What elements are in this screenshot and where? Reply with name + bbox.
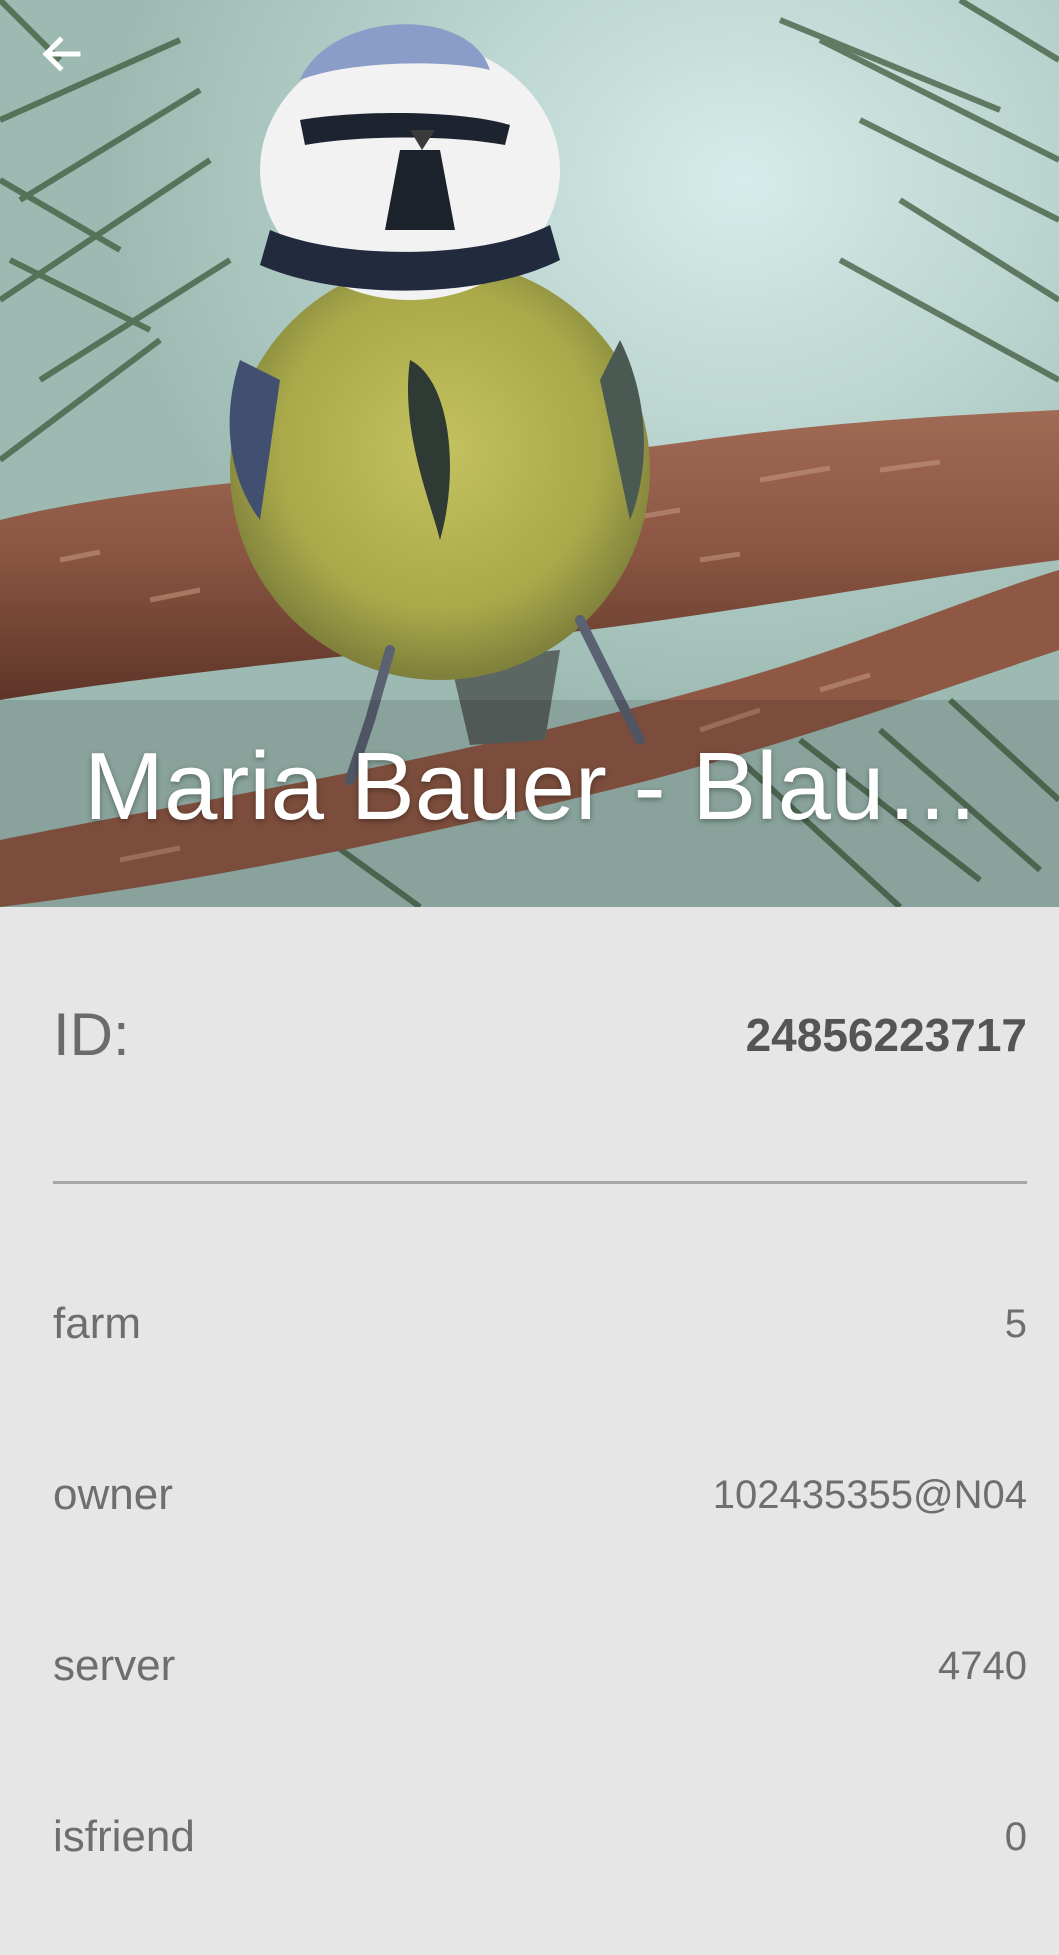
property-value: 0 xyxy=(1004,1815,1027,1859)
id-value: 24856223717 xyxy=(745,1009,1027,1061)
id-label: ID: xyxy=(53,1001,130,1068)
property-row-server: server 4740 xyxy=(53,1636,1027,1696)
id-row: ID: 24856223717 xyxy=(53,995,1027,1075)
property-row-owner: owner 102435355@N04 xyxy=(53,1465,1027,1525)
property-value: 5 xyxy=(1004,1302,1027,1346)
property-label: isfriend xyxy=(53,1812,195,1861)
arrow-left-icon xyxy=(42,36,81,72)
property-label: owner xyxy=(53,1470,173,1519)
back-button[interactable] xyxy=(38,30,110,102)
divider xyxy=(53,1181,1027,1184)
photo-detail-screen: Maria Bauer - Blau… ID: 24856223717 farm… xyxy=(0,0,1059,1955)
property-row-isfriend: isfriend 0 xyxy=(53,1807,1027,1867)
property-row-farm: farm 5 xyxy=(53,1294,1027,1354)
property-value: 4740 xyxy=(938,1644,1027,1688)
property-label: farm xyxy=(53,1299,141,1348)
photo-title: Maria Bauer - Blau… xyxy=(84,733,981,840)
header-photo: Maria Bauer - Blau… xyxy=(0,0,1059,907)
property-label: server xyxy=(53,1641,176,1690)
property-value: 102435355@N04 xyxy=(712,1473,1027,1517)
